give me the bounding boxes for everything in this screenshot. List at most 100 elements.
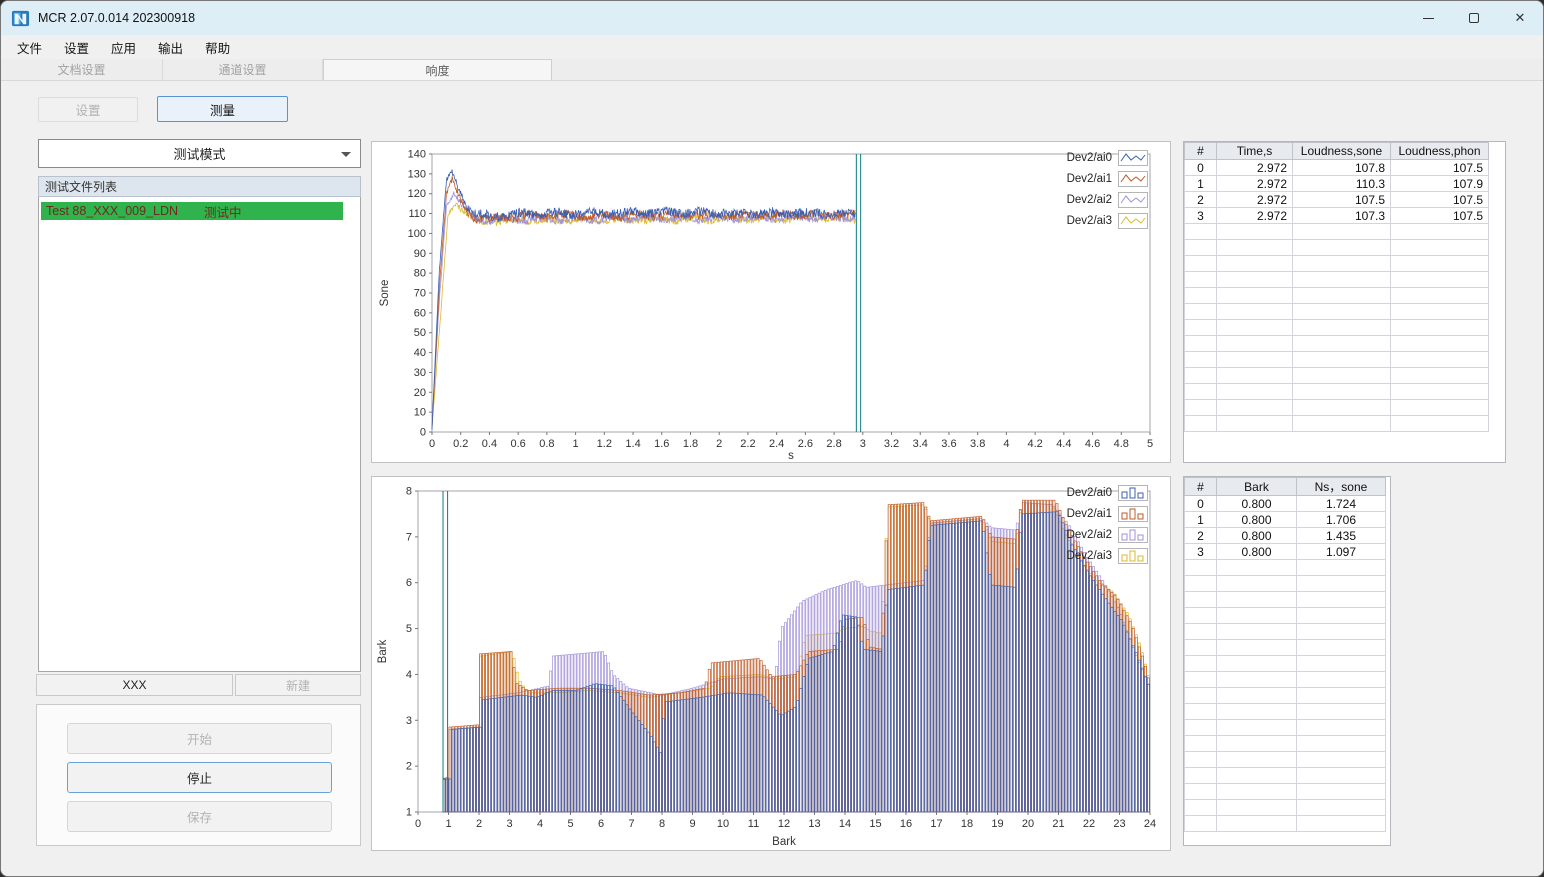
list-item-test-file[interactable]: Test 88_XXX_009_LDN 测试中 (41, 202, 343, 220)
table-cell[interactable]: 2.972 (1216, 207, 1293, 224)
table-cell[interactable] (1216, 255, 1293, 272)
table-cell[interactable]: 1 (1184, 175, 1217, 192)
start-button[interactable]: 开始 (67, 723, 332, 754)
table-cell[interactable] (1184, 223, 1217, 240)
maximize-button[interactable] (1451, 1, 1497, 35)
table-cell[interactable] (1184, 687, 1217, 704)
table-cell[interactable] (1184, 639, 1217, 656)
table-cell[interactable] (1184, 719, 1217, 736)
table-cell[interactable] (1184, 815, 1217, 832)
table-cell[interactable] (1216, 223, 1293, 240)
table-cell[interactable] (1216, 399, 1293, 416)
table-cell[interactable]: 1.706 (1296, 511, 1386, 528)
table-cell[interactable] (1184, 335, 1217, 352)
table-cell[interactable] (1390, 223, 1489, 240)
table-cell[interactable]: 3 (1184, 543, 1217, 560)
loudness-time-chart[interactable]: 0 10 20 30 40 50 60 70 80 90 100 110 120 130 140 0 0.2 0.… (372, 142, 1172, 464)
table-cell[interactable] (1296, 607, 1386, 624)
table-cell[interactable] (1216, 687, 1297, 704)
table-cell[interactable] (1216, 303, 1293, 320)
stop-button[interactable]: 停止 (67, 762, 332, 793)
tab-channel-settings[interactable]: 通道设置 (163, 59, 323, 80)
menu-application[interactable]: 应用 (100, 36, 147, 59)
table-cell[interactable]: 107.5 (1390, 207, 1489, 224)
table-cell[interactable] (1184, 287, 1217, 304)
table-cell[interactable] (1216, 655, 1297, 672)
table-cell[interactable] (1296, 655, 1386, 672)
table-cell[interactable] (1184, 783, 1217, 800)
table-cell[interactable] (1390, 415, 1489, 432)
table-cell[interactable] (1216, 783, 1297, 800)
table-cell[interactable] (1216, 591, 1297, 608)
table-cell[interactable] (1216, 607, 1297, 624)
table-cell[interactable] (1216, 351, 1293, 368)
table-cell[interactable] (1390, 319, 1489, 336)
table-cell[interactable] (1184, 607, 1217, 624)
table-cell[interactable] (1390, 335, 1489, 352)
table-cell[interactable] (1184, 367, 1217, 384)
table-cell[interactable] (1184, 735, 1217, 752)
table-cell[interactable] (1292, 271, 1391, 288)
table-cell[interactable] (1216, 703, 1297, 720)
table-cell[interactable] (1184, 655, 1217, 672)
table-cell[interactable] (1216, 415, 1293, 432)
table-cell[interactable] (1216, 239, 1293, 256)
table-cell[interactable] (1296, 559, 1386, 576)
table-cell[interactable] (1184, 383, 1217, 400)
menu-file[interactable]: 文件 (6, 36, 53, 59)
table-cell[interactable] (1296, 591, 1386, 608)
table-cell[interactable]: 110.3 (1292, 175, 1391, 192)
table-cell[interactable] (1216, 639, 1297, 656)
table-cell[interactable] (1296, 575, 1386, 592)
table-cell[interactable] (1184, 351, 1217, 368)
table-cell[interactable] (1292, 303, 1391, 320)
table-cell[interactable] (1184, 303, 1217, 320)
table-cell[interactable] (1216, 719, 1297, 736)
table-cell[interactable]: 107.3 (1292, 207, 1391, 224)
table-cell[interactable] (1184, 255, 1217, 272)
table-cell[interactable] (1390, 239, 1489, 256)
table-cell[interactable]: 1.435 (1296, 527, 1386, 544)
table-cell[interactable] (1216, 799, 1297, 816)
table-cell[interactable]: 2.972 (1216, 159, 1293, 176)
table-cell[interactable]: 1.097 (1296, 543, 1386, 560)
table-cell[interactable] (1292, 351, 1391, 368)
table-cell[interactable] (1184, 751, 1217, 768)
table-cell[interactable] (1216, 623, 1297, 640)
tab-loudness[interactable]: 响度 (323, 59, 552, 80)
table-cell[interactable] (1296, 687, 1386, 704)
table-cell[interactable]: 107.8 (1292, 159, 1391, 176)
menu-output[interactable]: 输出 (147, 36, 194, 59)
table-cell[interactable]: 0 (1184, 159, 1217, 176)
table-cell[interactable] (1390, 383, 1489, 400)
test-mode-select[interactable]: 测试模式 (38, 139, 361, 168)
table-cell[interactable]: 107.9 (1390, 175, 1489, 192)
table-cell[interactable] (1184, 559, 1217, 576)
table-cell[interactable]: 0 (1184, 495, 1217, 512)
table-cell[interactable] (1216, 671, 1297, 688)
table-cell[interactable] (1390, 271, 1489, 288)
table-cell[interactable] (1292, 335, 1391, 352)
table-cell[interactable] (1184, 575, 1217, 592)
table-cell[interactable] (1296, 735, 1386, 752)
test-file-list[interactable]: Test 88_XXX_009_LDN 测试中 (38, 197, 361, 672)
table-cell[interactable] (1216, 559, 1297, 576)
table-cell[interactable]: 2 (1184, 527, 1217, 544)
subtab-measure[interactable]: 测量 (157, 96, 288, 122)
table-cell[interactable]: 1 (1184, 511, 1217, 528)
table-cell[interactable] (1184, 591, 1217, 608)
table-cell[interactable] (1296, 767, 1386, 784)
table-cell[interactable] (1390, 351, 1489, 368)
table-cell[interactable] (1184, 671, 1217, 688)
table-cell[interactable] (1390, 303, 1489, 320)
table-cell[interactable] (1292, 415, 1391, 432)
table-cell[interactable] (1184, 271, 1217, 288)
table-cell[interactable] (1184, 767, 1217, 784)
table-cell[interactable]: 0.800 (1216, 495, 1297, 512)
table-cell[interactable]: 107.5 (1390, 191, 1489, 208)
table-cell[interactable] (1216, 319, 1293, 336)
table-cell[interactable] (1390, 367, 1489, 384)
table-cell[interactable]: 2.972 (1216, 175, 1293, 192)
table-cell[interactable] (1216, 383, 1293, 400)
table-cell[interactable] (1216, 767, 1297, 784)
